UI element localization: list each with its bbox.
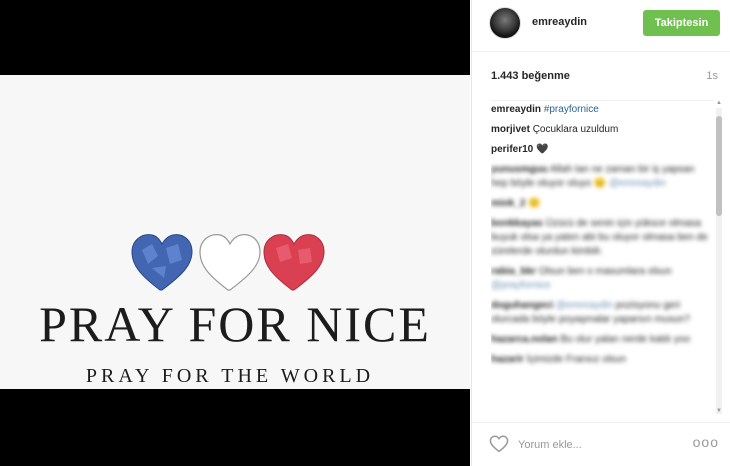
comment-username[interactable]: hazarir	[491, 354, 524, 365]
scroll-up-icon[interactable]: ▲	[716, 100, 722, 106]
comment-username[interactable]: rabia_bkr	[491, 266, 536, 277]
post-time[interactable]: 1s	[706, 70, 718, 82]
hearts-graphic	[131, 234, 325, 291]
white-heart-icon	[199, 234, 261, 291]
post-media: PRAY FOR NICE PRAY FOR THE WORLD	[0, 0, 470, 466]
caption: emreaydin #prayfornice	[491, 103, 713, 117]
comment-username[interactable]: doguhangeci	[491, 300, 553, 311]
comment-item: yunusmguu Allah tan ne zaman bir iş yaps…	[491, 163, 713, 191]
comment-text: İçimizde Fransız olsun	[526, 354, 627, 365]
image-title: PRAY FOR NICE	[39, 296, 431, 352]
comments-list: emreaydin #prayfornice morjivet Çocuklar…	[491, 100, 713, 416]
comment-item: miok_2 🙂	[491, 197, 713, 211]
comment-username[interactable]: hazarca.nolan	[491, 334, 558, 345]
post-footer: ooo	[472, 422, 730, 466]
post-side-panel: emreaydin Takiptesin 1.443 beğenme 1s em…	[471, 0, 730, 466]
comment-text: Olsun ben o masumlara olsun	[538, 266, 672, 277]
comment-item: rabia_bkr Olsun ben o masumlara olsun @p…	[491, 265, 713, 293]
following-button[interactable]: Takiptesin	[643, 10, 720, 36]
post-header: emreaydin Takiptesin	[472, 0, 730, 52]
comment-item: morjivet Çocuklara uzuldum	[491, 123, 713, 137]
comment-text: Bu olur yalan nerde kaldı yoo	[560, 334, 691, 345]
comment-mention[interactable]: @prayfornice	[491, 280, 551, 291]
blue-heart-icon	[131, 234, 193, 291]
comment-input[interactable]	[518, 437, 668, 453]
caption-username[interactable]: emreaydin	[491, 104, 541, 115]
comment-item: hazarca.nolan Bu olur yalan nerde kaldı …	[491, 333, 713, 347]
comments-scrollbar[interactable]: ▲ ▼	[716, 100, 722, 414]
red-heart-icon	[263, 234, 325, 291]
scroll-down-icon[interactable]: ▼	[716, 408, 722, 414]
more-options-icon[interactable]: ooo	[693, 434, 719, 450]
comment-text: 🖤	[536, 144, 549, 155]
comment-mention[interactable]: @emreaydin	[609, 178, 666, 189]
comment-username[interactable]: perifer10	[491, 144, 533, 155]
image-subtitle: PRAY FOR THE WORLD	[85, 365, 375, 387]
comment-item: doguhangeci @emreaydin pozisyonu geri ol…	[491, 299, 713, 327]
comment-item: bonkkayas Üzücü de senin için yüksce olm…	[491, 217, 713, 259]
caption-hashtag[interactable]: #prayfornice	[544, 104, 599, 115]
post-image: PRAY FOR NICE PRAY FOR THE WORLD	[0, 75, 470, 389]
like-heart-icon[interactable]	[489, 435, 509, 453]
scroll-thumb[interactable]	[716, 116, 722, 216]
comment-item: hazarir İçimizde Fransız olsun	[491, 353, 713, 367]
comment-mention[interactable]: @emreaydin	[556, 300, 613, 311]
comment-text: 🙂	[528, 198, 541, 209]
comment-text: Çocuklara uzuldum	[532, 124, 619, 135]
comment-username[interactable]: yunusmguu	[491, 164, 548, 175]
username-link[interactable]: emreaydin	[532, 16, 587, 28]
comment-item: perifer10 🖤	[491, 143, 713, 157]
likes-count[interactable]: 1.443 beğenme	[491, 70, 570, 82]
comment-username[interactable]: miok_2	[491, 198, 525, 209]
avatar[interactable]	[489, 7, 521, 39]
comment-username[interactable]: bonkkayas	[491, 218, 543, 229]
comment-username[interactable]: morjivet	[491, 124, 530, 135]
